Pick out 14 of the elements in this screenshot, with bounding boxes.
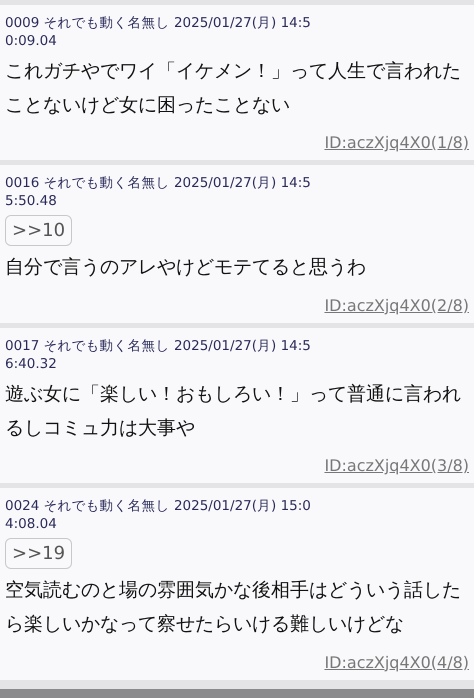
id-link[interactable]: ID:aczXjq4X0(3/8) [324,456,469,476]
id-link[interactable]: ID:aczXjq4X0(2/8) [324,296,469,315]
post-header: 0016 それでも動く名無し 2025/01/27(月) 14:55:50.48 [5,175,312,210]
post-header: 0009 それでも動く名無し 2025/01/27(月) 14:50:09.04 [5,15,312,50]
post-body: 空気読むのと場の雰囲気かな後相手はどういう話したら楽しいかなって察せたらいける難しいけどな [5,577,461,637]
post-body: 遊ぶ女に「楽しい！おもしろい！」って普通に言われるしコミュ力は大事や [5,381,461,441]
post-body: 自分で言うのアレやけどモテてると思うわ [5,254,367,280]
reply-anchor-button[interactable]: >>10 [5,215,72,246]
reply-anchor-button[interactable]: >>19 [5,538,72,570]
id-link[interactable]: ID:aczXjq4X0(1/8) [324,133,469,152]
post-header: 0024 それでも動く名無し 2025/01/27(月) 15:04:08.04 [5,498,312,534]
id-link[interactable]: ID:aczXjq4X0(4/8) [324,652,469,672]
post-body: これガチやでワイ「イケメン！」って人生で言われたことないけど女に困ったことない [5,58,461,118]
post-header: 0017 それでも動く名無し 2025/01/27(月) 14:56:40.32 [5,338,312,374]
